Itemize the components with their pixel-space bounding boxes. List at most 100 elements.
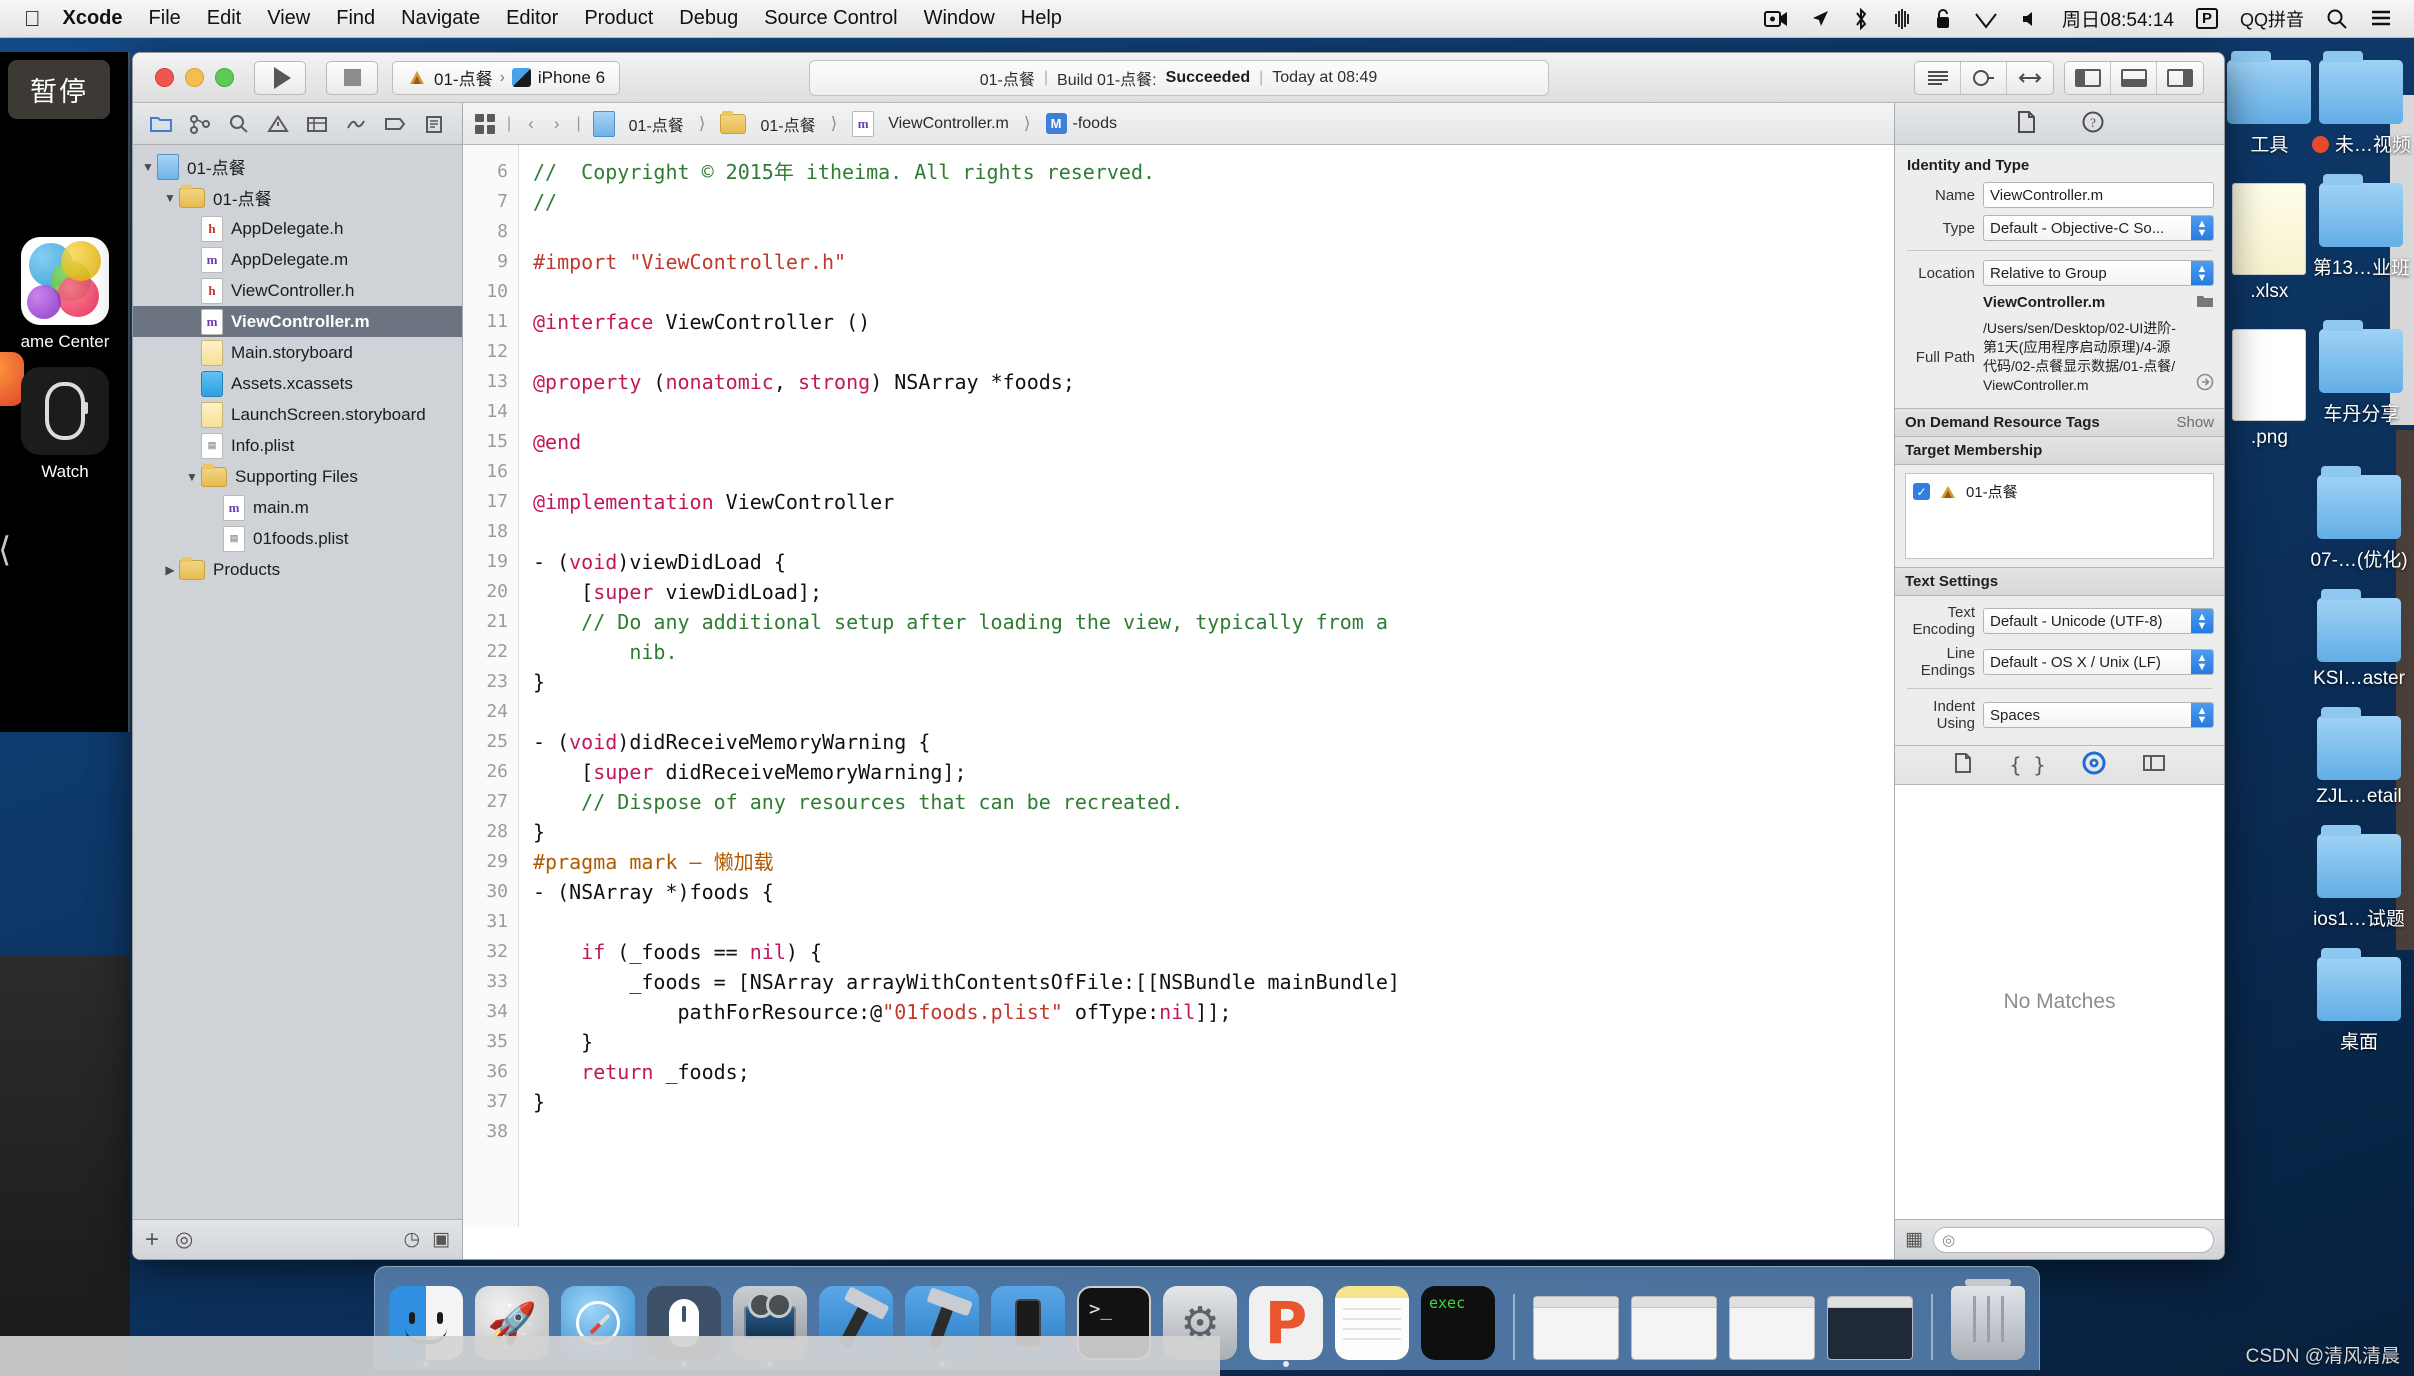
desktop-icon[interactable]: ZJL…etail	[2304, 707, 2414, 808]
code-line[interactable]: return _foods;	[533, 1057, 1894, 1087]
desktop-icon[interactable]: 07-…(优化)	[2304, 466, 2414, 572]
menu-item-view[interactable]: View	[267, 7, 310, 30]
file-inspector-icon[interactable]	[2015, 110, 2037, 138]
navigator-row-ViewController.h[interactable]: h ViewController.h	[133, 275, 462, 306]
code-line[interactable]	[533, 517, 1894, 547]
navigator-row-01foods.plist[interactable]: ▤ 01foods.plist	[133, 523, 462, 554]
window-thumb-code[interactable]	[1827, 1296, 1913, 1360]
code-line[interactable]	[533, 1177, 1894, 1207]
zoom-button[interactable]	[215, 68, 234, 87]
editor-version-icon[interactable]	[2007, 61, 2053, 94]
test-navigator-icon[interactable]	[298, 108, 337, 140]
location-arrow-icon[interactable]	[1810, 9, 1830, 29]
view-left-panel-icon[interactable]	[2065, 61, 2111, 94]
target-row[interactable]: ✓ 01-点餐	[1913, 481, 2206, 502]
breadcrumb-project[interactable]: 01-点餐	[592, 110, 684, 137]
code-line[interactable]: #import "ViewController.h"	[533, 247, 1894, 277]
screen-record-icon[interactable]	[1764, 10, 1788, 28]
desktop-icon[interactable]: 工具	[2224, 51, 2315, 157]
simulator-app-game-center[interactable]: ame Center	[13, 237, 117, 352]
trash-icon[interactable]	[1951, 1279, 2025, 1360]
menu-item-window[interactable]: Window	[924, 7, 995, 30]
filter-circle-icon[interactable]: ◎	[175, 1227, 193, 1252]
chevron-updown-icon[interactable]: ▲ ▼	[2191, 650, 2213, 674]
code-line[interactable]: - (void)viewDidLoad {	[533, 547, 1894, 577]
navigator-row-01-点餐[interactable]: ▼ 01-点餐	[133, 151, 462, 182]
notes-icon[interactable]	[1335, 1286, 1409, 1360]
menu-item-help[interactable]: Help	[1021, 7, 1062, 30]
text-encoding-select[interactable]: Default - Unicode (UTF-8) ▲ ▼	[1983, 608, 2214, 634]
code-line[interactable]: // Dispose of any resources that can be …	[533, 787, 1894, 817]
code-text[interactable]: // Copyright © 2015年 itheima. All rights…	[519, 145, 1894, 1227]
breadcrumb-symbol[interactable]: M -foods	[1045, 113, 1117, 134]
code-line[interactable]	[533, 337, 1894, 367]
breakpoint-navigator-icon[interactable]	[376, 108, 415, 140]
menu-item-product[interactable]: Product	[584, 7, 653, 30]
code-line[interactable]: }	[533, 817, 1894, 847]
navigator-row-AppDelegate.h[interactable]: h AppDelegate.h	[133, 213, 462, 244]
quick-help-icon[interactable]: ?	[2081, 110, 2105, 138]
window-thumb-browser[interactable]	[1729, 1296, 1815, 1360]
search-navigator-icon[interactable]	[219, 108, 258, 140]
reveal-arrow-icon[interactable]	[2196, 373, 2214, 395]
menu-item-file[interactable]: File	[149, 7, 181, 30]
navigator-row-LaunchScreen.storyboard[interactable]: LaunchScreen.storyboard	[133, 399, 462, 430]
code-line[interactable]: @end	[533, 427, 1894, 457]
target-membership-list[interactable]: ✓ 01-点餐	[1905, 473, 2214, 559]
view-bottom-panel-icon[interactable]	[2111, 61, 2157, 94]
source-editor[interactable]: | ‹ › | 01-点餐 ⟩ 01-点餐 ⟩ m ViewController…	[463, 103, 1894, 1259]
code-line[interactable]	[533, 1147, 1894, 1177]
menu-item-edit[interactable]: Edit	[207, 7, 241, 30]
menu-item-navigate[interactable]: Navigate	[401, 7, 480, 30]
code-line[interactable]: // Do any additional setup after loading…	[533, 607, 1894, 637]
run-button[interactable]	[254, 60, 306, 95]
disclosure-triangle-icon[interactable]: ▼	[139, 160, 157, 174]
exec-terminal-icon[interactable]: exec	[1421, 1286, 1495, 1360]
chevron-updown-icon[interactable]: ▲ ▼	[2191, 703, 2213, 727]
navigator-row-AppDelegate.m[interactable]: m AppDelegate.m	[133, 244, 462, 275]
indent-using-select[interactable]: Spaces ▲ ▼	[1983, 702, 2214, 728]
report-navigator-icon[interactable]	[415, 108, 454, 140]
back-button[interactable]: ‹	[528, 114, 534, 134]
code-line[interactable]: }	[533, 1087, 1894, 1117]
menu-item-debug[interactable]: Debug	[679, 7, 738, 30]
name-field[interactable]: ViewController.m	[1983, 182, 2214, 208]
chevron-updown-icon[interactable]: ▲ ▼	[2191, 216, 2213, 240]
code-line[interactable]: _foods = [NSArray arrayWithContentsOfFil…	[533, 967, 1894, 997]
code-line[interactable]: }	[533, 1027, 1894, 1057]
lock-icon[interactable]	[1934, 8, 1952, 30]
source-control-filter-icon[interactable]: ▣	[432, 1228, 450, 1251]
source-control-icon[interactable]	[180, 108, 219, 140]
menu-item-xcode[interactable]: Xcode	[63, 7, 123, 30]
disclosure-triangle-icon[interactable]: ▼	[161, 191, 179, 205]
code-line[interactable]: @interface ViewController ()	[533, 307, 1894, 337]
code-line[interactable]	[533, 697, 1894, 727]
clock-icon[interactable]: ◷	[403, 1228, 420, 1251]
p-app-icon[interactable]: P	[1249, 1286, 1323, 1367]
view-panels-segmented[interactable]	[2064, 60, 2204, 95]
breadcrumb-file[interactable]: m ViewController.m	[852, 110, 1009, 137]
notification-list-icon[interactable]	[2370, 9, 2392, 29]
navigator-row-01-点餐[interactable]: ▼ 01-点餐	[133, 182, 462, 213]
wifi-icon[interactable]	[1974, 9, 1998, 29]
desktop-icon[interactable]: 第13…业班	[2309, 174, 2414, 303]
menu-item-find[interactable]: Find	[336, 7, 375, 30]
type-select[interactable]: Default - Objective-C So... ▲ ▼	[1983, 215, 2214, 241]
library-filter-input[interactable]: ◎	[1932, 1226, 2214, 1253]
volume-icon[interactable]	[2020, 9, 2040, 29]
code-area[interactable]: 6 7 8 9 10 11 12 13 14 15 16 17 18 19 20 21 22 23 24 25 26 27…	[463, 145, 1894, 1227]
desktop-icon[interactable]: .xlsx	[2224, 183, 2315, 303]
checkbox-checked-icon[interactable]: ✓	[1913, 483, 1930, 500]
debug-navigator-icon[interactable]	[337, 108, 376, 140]
desktop-icon[interactable]: 车丹分享	[2309, 320, 2414, 449]
line-endings-select[interactable]: Default - OS X / Unix (LF) ▲ ▼	[1983, 649, 2214, 675]
disclosure-triangle-icon[interactable]: ▼	[183, 470, 201, 484]
folder-browse-icon[interactable]	[2196, 293, 2214, 312]
code-line[interactable]: pathForResource:@"01foods.plist" ofType:…	[533, 997, 1894, 1027]
related-items-icon[interactable]	[475, 113, 495, 134]
navigator-row-Supporting Files[interactable]: ▼ Supporting Files	[133, 461, 462, 492]
simulator-app-watch[interactable]: Watch	[13, 367, 117, 482]
code-line[interactable]	[533, 907, 1894, 937]
bluetooth-icon[interactable]	[1852, 7, 1870, 30]
project-navigator-tree[interactable]: ▼ 01-点餐 ▼ 01-点餐 h AppDelegate.h m AppDelegate.m…	[133, 145, 462, 1219]
